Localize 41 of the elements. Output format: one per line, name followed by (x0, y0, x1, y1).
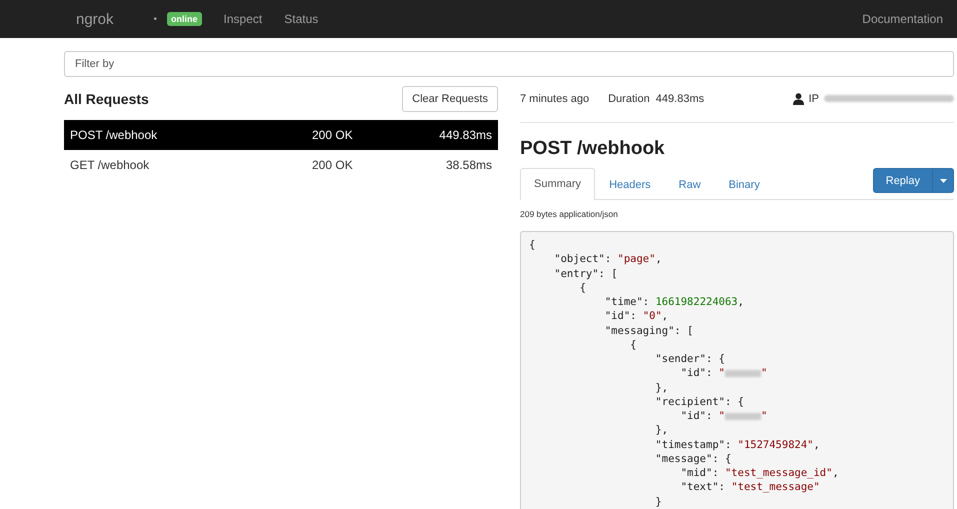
code-line: "timestamp": "1527459824", (654, 438, 820, 452)
code-line: { (578, 280, 586, 295)
code-line: "message": { (654, 452, 732, 466)
tab[interactable]: Summary (520, 168, 596, 200)
code-line: "entry": [ (553, 266, 618, 281)
duration-label: Duration 449.83ms (608, 92, 704, 104)
code-line: "messaging": [ (604, 324, 694, 338)
nav-link[interactable]: Inspect (224, 12, 262, 26)
content-info: 209 bytes application/json (520, 209, 619, 219)
filter-field[interactable]: Filter by (64, 51, 954, 77)
code-line: "sender": { (654, 352, 725, 366)
documentation-link[interactable]: Documentation (862, 12, 943, 26)
requests-heading: All Requests (64, 90, 149, 106)
clear-requests-button[interactable]: Clear Requests (402, 86, 498, 112)
code-line: "text": "test_message" (680, 480, 820, 494)
request-row[interactable]: POST /webhook 200 OK 449.83ms (64, 120, 498, 150)
tab[interactable]: Headers (595, 169, 665, 200)
nav-link[interactable]: Status (284, 12, 318, 26)
code-line: "id": " " (680, 366, 768, 380)
request-row[interactable]: GET /webhook 200 OK 38.58ms (64, 150, 498, 180)
code-line: { (529, 238, 536, 252)
code-line: "mid": "test_message_id", (680, 466, 839, 480)
code-line: }, (654, 380, 668, 395)
code-line: }, (654, 423, 668, 438)
code-line: "id": " " (680, 409, 768, 424)
tab[interactable]: Binary (714, 169, 774, 200)
tab[interactable]: Raw (664, 169, 715, 200)
time-ago: 7 minutes ago (520, 92, 590, 104)
user-icon (792, 92, 804, 104)
status-badge: online (167, 12, 202, 26)
ip-label: IP (808, 92, 819, 104)
request-title: POST /webhook (520, 138, 666, 160)
code-line: } (654, 494, 662, 509)
code-line: "id": "0", (604, 309, 668, 324)
code-line: { (629, 338, 636, 352)
code-line: "object": "page", (553, 252, 662, 266)
brand-name[interactable]: ngrok (76, 10, 114, 28)
caret-icon (940, 178, 946, 182)
code-line: "time": 1661982224063, (604, 295, 744, 310)
code-line: "recipient": { (654, 394, 744, 409)
separator-dot: • (154, 14, 158, 24)
